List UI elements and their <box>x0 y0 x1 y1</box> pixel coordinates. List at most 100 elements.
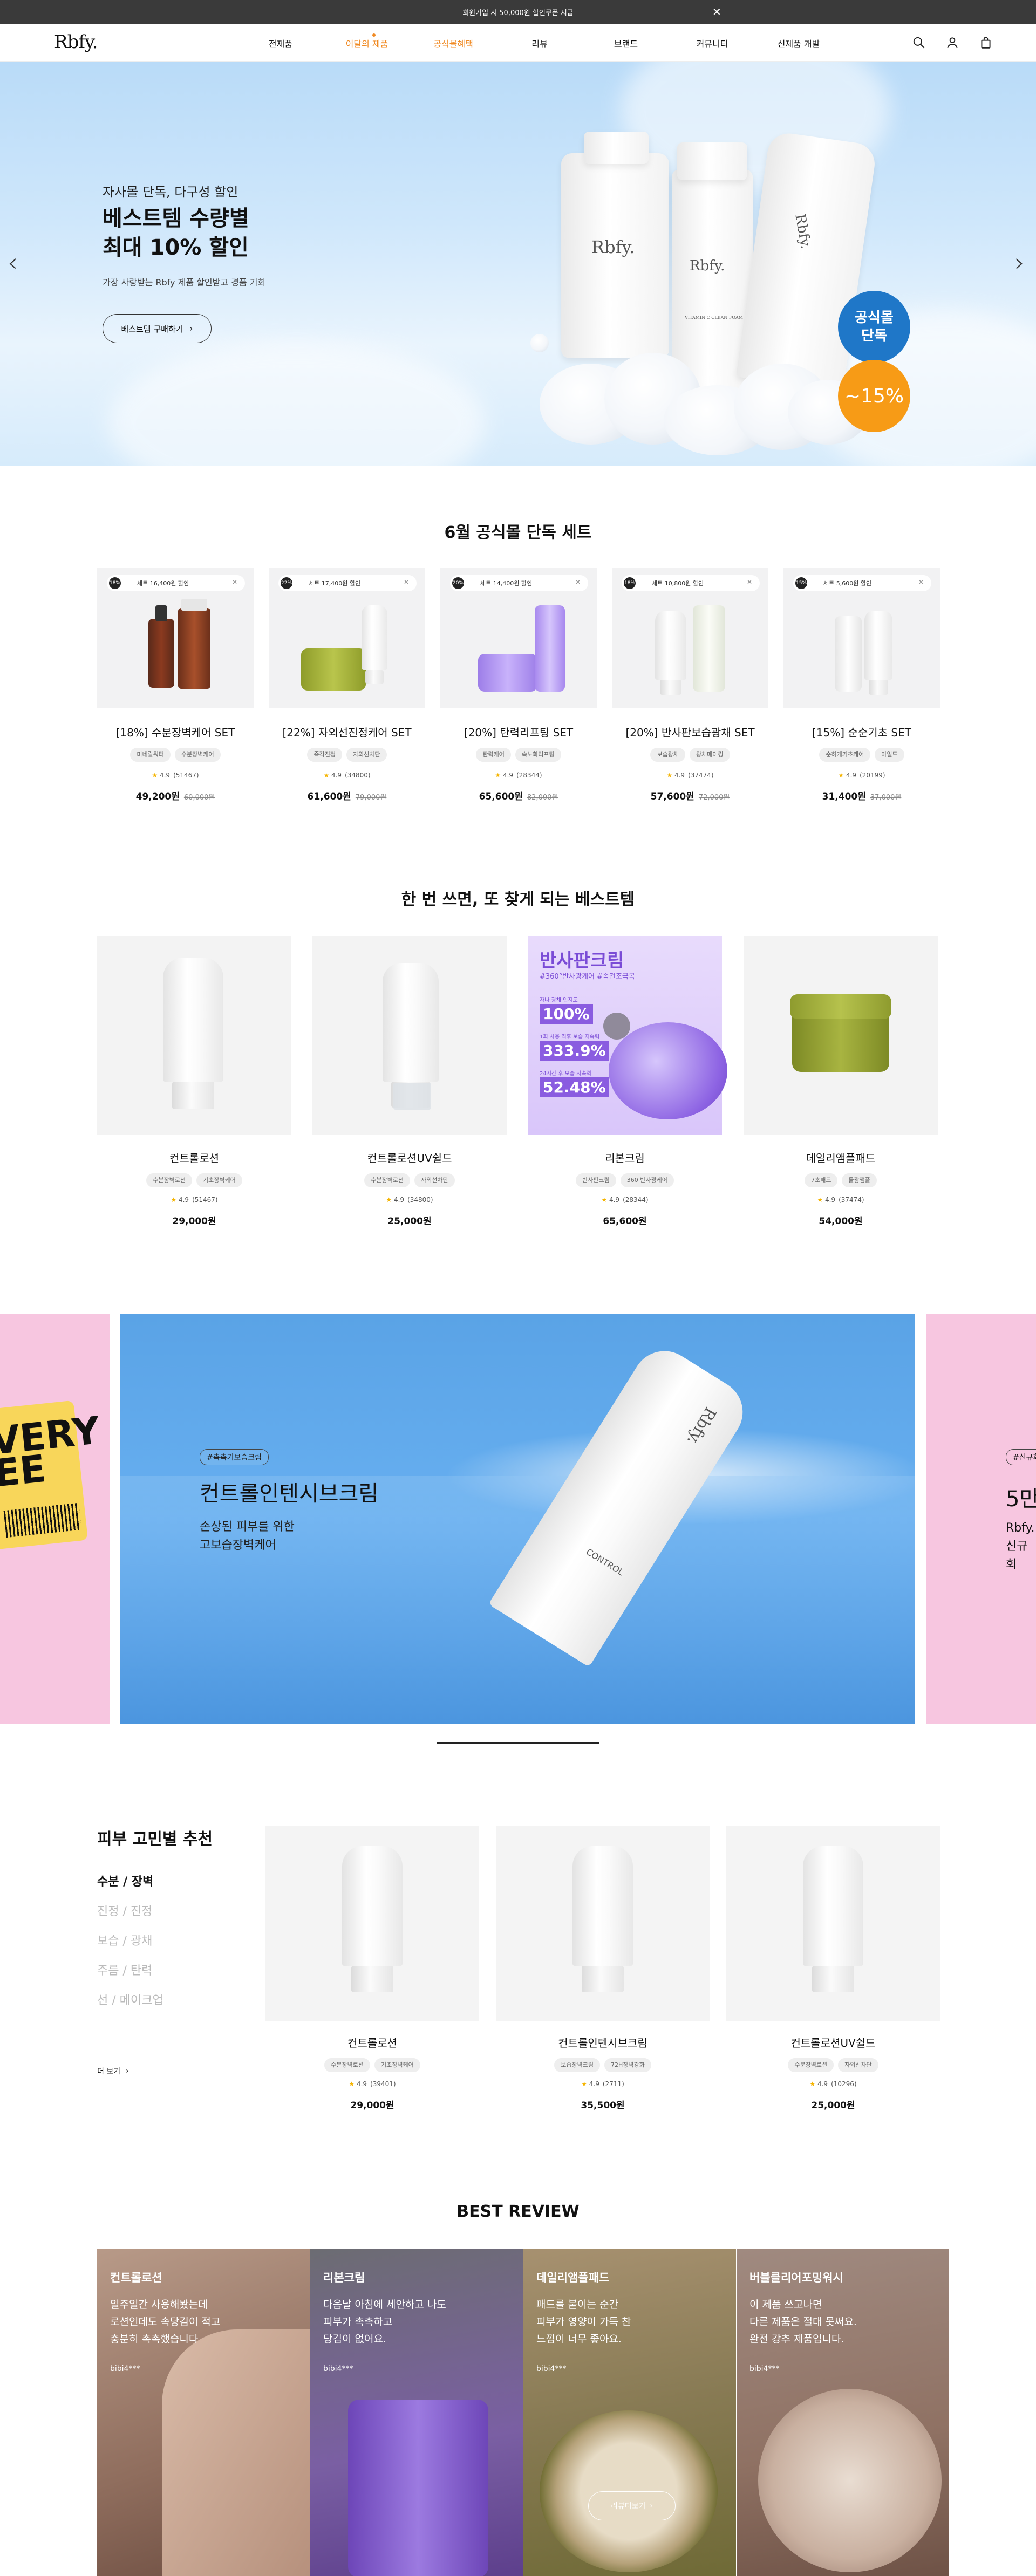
review-card[interactable]: 버블클리어포밍워시 이 제품 쓰고나면 다른 제품은 절대 못써요. 완전 강추 … <box>737 2249 949 2576</box>
tube-product <box>163 958 223 1082</box>
product-image[interactable] <box>312 936 507 1135</box>
set-image[interactable]: 18% 세트 10,800원 할인 ✕ <box>612 568 768 708</box>
more-button[interactable]: 더 보기 › <box>97 2061 151 2081</box>
skin-card[interactable]: 컨트롤로션UV쉴드 수분장벽로션 자외선차단 ★ 4.9 (10296) 25,000원 <box>726 1826 940 2128</box>
review-card[interactable]: 컨트롤로션 일주일간 사용해봤는데 로션인데도 속당김이 적고 충분히 촉촉했습니… <box>97 2249 310 2576</box>
set-name[interactable]: [22%] 자외선진정케어 SET <box>269 724 425 740</box>
logo[interactable]: Rbfy. <box>54 31 98 53</box>
slide-next[interactable]: #신규회 5만 Rbfy. 신규회 <box>926 1314 1036 1724</box>
hero-banner[interactable]: ‹ › 자사몰 단독, 다구성 할인 베스트템 수량별 최대 10% 할인 가장… <box>0 62 1036 466</box>
tube-product <box>803 1846 863 1966</box>
product-name[interactable]: 컨트롤인텐시브크림 <box>524 2034 681 2050</box>
review-text: 다음날 아침에 세안하고 나도 피부가 촉촉하고 당김이 없어요. <box>323 2299 446 2345</box>
set-name[interactable]: [18%] 수분장벽케어 SET <box>97 724 254 740</box>
discount-pill: 18% 세트 10,800원 할인 ✕ <box>622 575 760 591</box>
next-slide-title: 5만 <box>1006 1487 1036 1512</box>
set-image[interactable]: 15% 세트 5,600원 할인 ✕ <box>783 568 940 708</box>
category-moisture[interactable]: 수분 / 장벽 <box>97 1872 153 1889</box>
rating-value: 4.9 <box>178 1196 189 1204</box>
skin-card[interactable]: 컨트롤로션 수분장벽로션 기초장벽케어 ★ 4.9 (39401) 29,000원 <box>265 1826 479 2128</box>
slide-description: 손상된 피부를 위한 고보습장벽케어 <box>200 1520 295 1552</box>
sale-price: 35,500원 <box>581 2100 625 2111</box>
set-name[interactable]: [20%] 반사판보습광채 SET <box>612 724 768 740</box>
review-title: 버블클리어포밍워시 <box>749 2271 843 2284</box>
nav-item-all[interactable]: 전제품 <box>237 37 324 50</box>
price: 25,000원 <box>331 1213 488 1227</box>
tag: 미네랄워터 <box>130 748 171 762</box>
tube-cap <box>581 1966 624 1992</box>
set-image[interactable]: 22% 세트 17,400원 할인 ✕ <box>269 568 425 708</box>
tag: 360 반사광케어 <box>620 1173 674 1187</box>
tube-cap <box>172 1082 215 1109</box>
bag-icon[interactable] <box>603 1013 630 1040</box>
set-card[interactable]: 15% 세트 5,600원 할인 ✕ [15%] 순순기초 SET 순하게기초케어 마일드… <box>783 568 940 824</box>
product-name[interactable]: 컨트롤로션UV쉴드 <box>331 1150 488 1165</box>
sale-price: 29,000원 <box>172 1216 216 1227</box>
product-name[interactable]: 리본크림 <box>547 1150 703 1165</box>
product-name[interactable]: 데일리앰플패드 <box>762 1150 919 1165</box>
nav-item-benefits[interactable]: 공식몰혜택 <box>410 37 496 50</box>
rating-value: 4.9 <box>846 771 857 779</box>
best-card[interactable]: 컨트롤로션 수분장벽로션 기초장벽케어 ★ 4.9 (51467) 29,000원 <box>97 936 291 1238</box>
prev-arrow-icon[interactable]: ‹ <box>8 248 18 278</box>
set-card[interactable]: 18% 세트 16,400원 할인 ✕ [18%] 수분장벽케어 SET 미네랄워터 수분… <box>97 568 254 824</box>
nav-item-new-product[interactable]: 신제품 개발 <box>755 37 842 50</box>
set-image[interactable]: 18% 세트 16,400원 할인 ✕ <box>97 568 254 708</box>
product-image[interactable] <box>744 936 938 1135</box>
category-sun[interactable]: 선 / 메이크업 <box>97 1991 163 2008</box>
best-card[interactable]: 반사판크림 #360°반사광케어 #속건조극복 자나 광채 인지도 100% 1회 사용… <box>528 936 727 1238</box>
nav-item-community[interactable]: 커뮤니티 <box>669 37 755 50</box>
badge-exclusive: 공식몰 단독 <box>838 291 910 363</box>
product-name[interactable]: 컨트롤로션 <box>116 1150 272 1165</box>
close-icon[interactable]: ✕ <box>712 5 721 18</box>
nav-item-monthly[interactable]: 이달의 제품 <box>324 37 410 50</box>
cap-clear <box>393 1083 431 1110</box>
best-card[interactable]: 컨트롤로션UV쉴드 수분장벽로션 자외선차단 ★ 4.9 (34800) 25,000원 <box>312 936 507 1238</box>
next-slide-tag: #신규회 <box>1006 1449 1036 1465</box>
user-icon[interactable] <box>945 36 959 52</box>
review-card[interactable]: 데일리앰플패드 패드를 붙이는 순간 피부가 영양이 가득 찬 느낌이 너무 좋아… <box>523 2249 736 2576</box>
set-name[interactable]: [15%] 순순기초 SET <box>783 724 940 740</box>
nav-item-review[interactable]: 리뷰 <box>496 37 583 50</box>
bag-icon[interactable] <box>979 36 993 52</box>
jar <box>301 648 366 691</box>
set-card[interactable]: 18% 세트 10,800원 할인 ✕ [20%] 반사판보습광채 SET 보습광채 광채… <box>612 568 768 824</box>
product-name[interactable]: 컨트롤로션 <box>294 2034 451 2050</box>
tube-cap <box>659 680 682 695</box>
category-hydration[interactable]: 보습 / 광채 <box>97 1931 152 1949</box>
nav-item-brand[interactable]: 브랜드 <box>583 37 669 50</box>
slide-prev[interactable]: VERY EE <box>0 1314 110 1724</box>
set-card[interactable]: 20% 세트 14,400원 할인 ✕ [20%] 탄력리프팅 SET 탄력케어 속노화리… <box>440 568 597 824</box>
slide-current[interactable]: Rbfy. CONTROL #촉촉기보습크림 컨트롤인텐시브크림 손상된 피부를… <box>120 1314 915 1724</box>
category-calming[interactable]: 진정 / 진정 <box>97 1902 152 1919</box>
product-brand-center: Rbfy. <box>690 258 725 274</box>
tag-list: 수분장벽로션 자외선차단 <box>331 1173 488 1187</box>
review-card[interactable]: 리본크림 다음날 아침에 세안하고 나도 피부가 촉촉하고 당김이 없어요. bib… <box>310 2249 523 2576</box>
tube-cap <box>868 680 889 695</box>
product-cap-left <box>584 132 649 164</box>
skin-card[interactable]: 컨트롤인텐시브크림 보습장벽크림 72H장벽강화 ★ 4.9 (2711) 35,500원 <box>496 1826 710 2128</box>
category-wrinkle[interactable]: 주름 / 탄력 <box>97 1961 152 1978</box>
product-image[interactable] <box>496 1826 710 2021</box>
search-icon[interactable] <box>912 36 926 52</box>
set-card[interactable]: 22% 세트 17,400원 할인 ✕ [22%] 자외선진정케어 SET 즉각진정 자외… <box>269 568 425 824</box>
stat-label: 1회 사용 직후 보습 지속력 <box>540 1034 600 1040</box>
hero-cta-label: 베스트템 구매하기 <box>121 324 183 334</box>
product-image[interactable] <box>265 1826 479 2021</box>
header: Rbfy. 전제품 이달의 제품 공식몰혜택 리뷰 브랜드 커뮤니티 신제품 개… <box>0 24 1036 62</box>
product-image[interactable] <box>97 936 291 1135</box>
next-arrow-icon[interactable]: › <box>1014 248 1025 278</box>
hero-cta-button[interactable]: 베스트템 구매하기 › <box>103 314 212 343</box>
more-reviews-button[interactable]: 리뷰더보기 › <box>588 2491 676 2520</box>
tag: 보습광채 <box>650 748 685 762</box>
product-name[interactable]: 컨트롤로션UV쉴드 <box>755 2034 911 2050</box>
product-image[interactable] <box>726 1826 940 2021</box>
rating-value: 4.9 <box>502 771 514 779</box>
set-name[interactable]: [20%] 탄력리프팅 SET <box>440 724 597 740</box>
product-image[interactable]: 반사판크림 #360°반사광케어 #속건조극복 자나 광채 인지도 100% 1회 사용… <box>528 936 727 1135</box>
promo-banner[interactable]: 회원가입 시 50,000원 할인쿠폰 지급 ✕ <box>0 0 1036 24</box>
set-image[interactable]: 20% 세트 14,400원 할인 ✕ <box>440 568 597 708</box>
tube-product <box>383 963 439 1082</box>
best-card[interactable]: 데일리앰플패드 7초패드 물광앰플 ★ 4.9 (37474) 54,000원 <box>744 936 938 1238</box>
bottle <box>178 608 210 689</box>
